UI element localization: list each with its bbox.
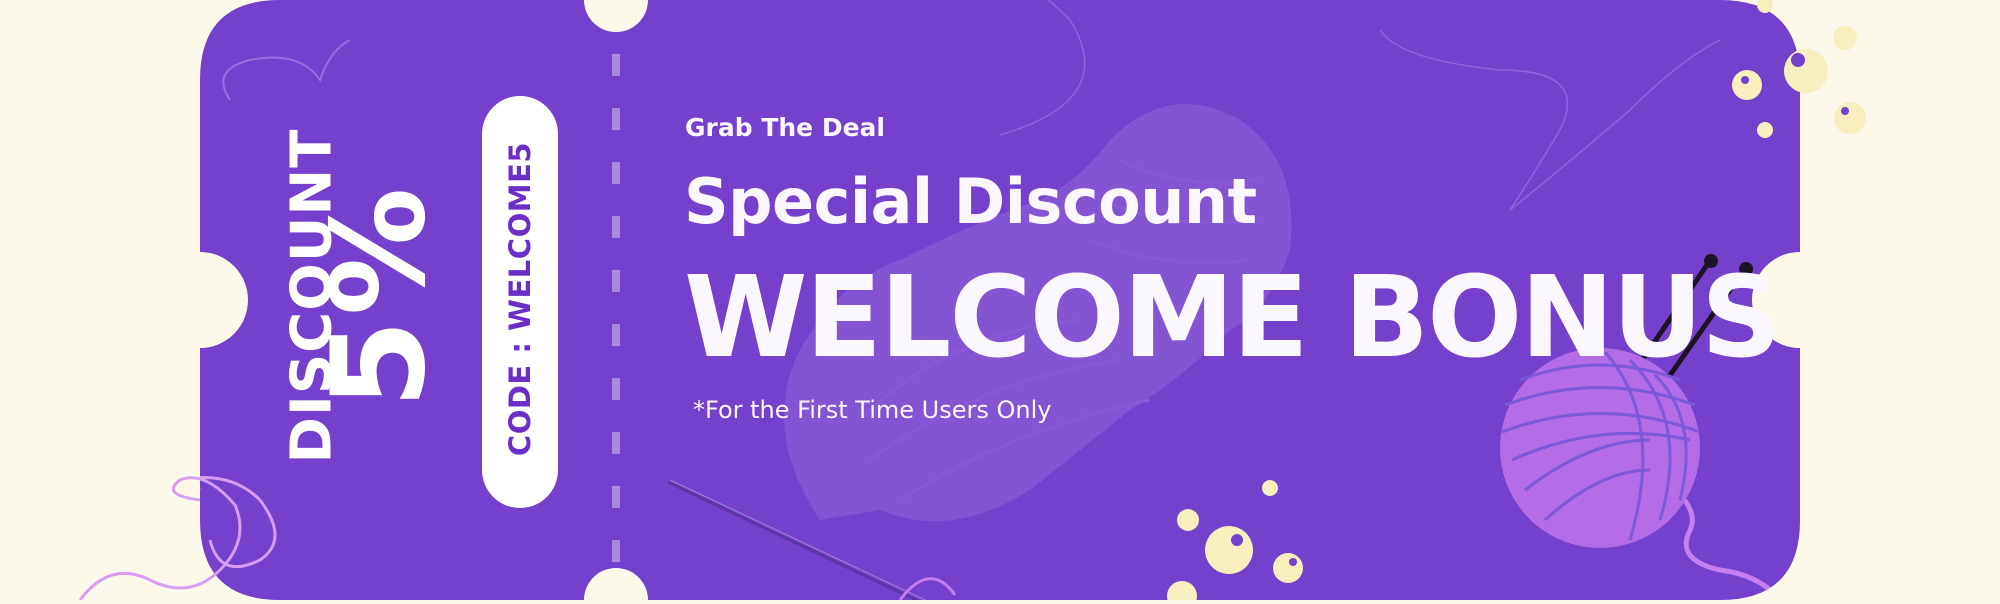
offer-title: WELCOME BONUS <box>684 253 1782 383</box>
eligibility-note: *For the First Time Users Only <box>693 396 1052 424</box>
coupon-banner: DISCOUNT 5% CODE : WELCOME5 Grab The Dea… <box>0 0 2000 604</box>
promo-code-text[interactable]: CODE : WELCOME5 <box>503 124 537 474</box>
discount-value: 5% <box>305 183 454 409</box>
headline: Special Discount <box>684 165 1257 238</box>
tagline: Grab The Deal <box>685 113 885 142</box>
